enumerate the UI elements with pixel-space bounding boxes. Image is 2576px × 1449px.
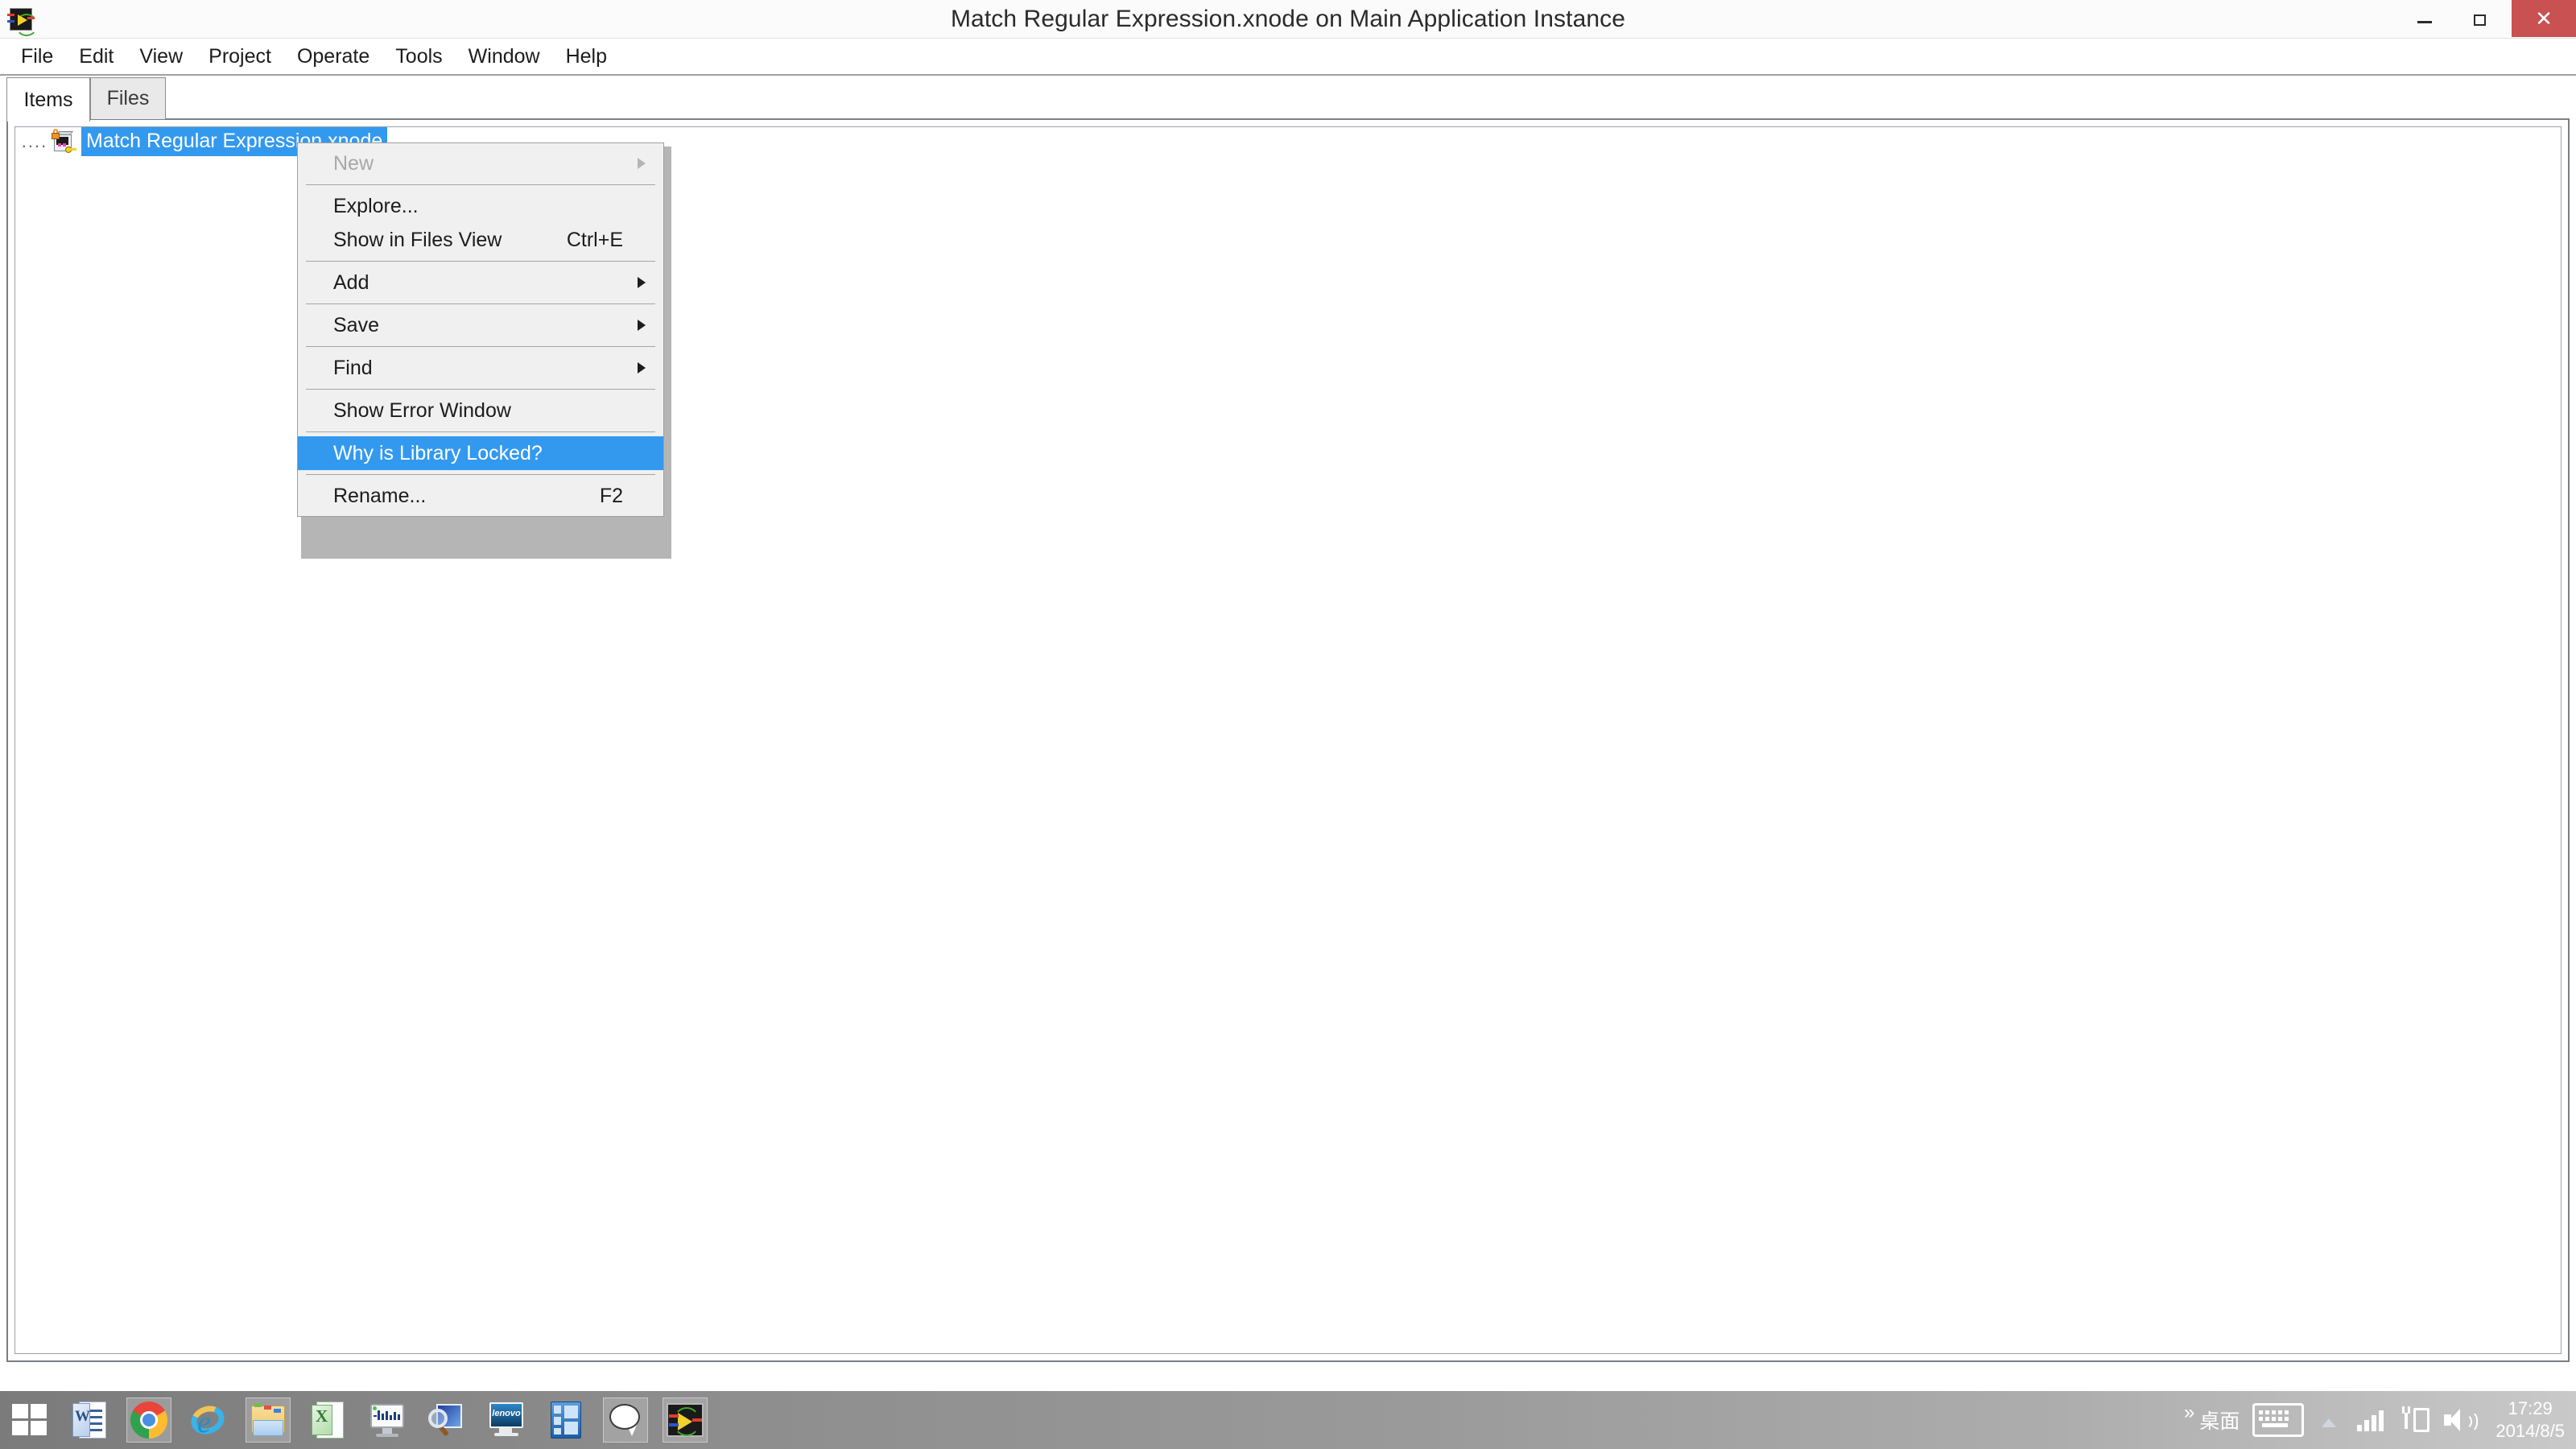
menubar-item-file[interactable]: File: [8, 42, 66, 72]
battery-charging-icon[interactable]: [2402, 1406, 2430, 1434]
context-menu-item-explore[interactable]: Explore...: [298, 189, 663, 223]
context-menu-item-label: Show Error Window: [333, 398, 511, 422]
clock-time: 17:29: [2508, 1398, 2553, 1418]
context-menu: New Explore... Show in Files View Ctrl+E…: [297, 142, 664, 517]
excel-taskbar-button[interactable]: X: [305, 1397, 350, 1443]
close-button[interactable]: ✕: [2512, 0, 2576, 37]
application-window: Match Regular Expression.xnode on Main A…: [0, 0, 2576, 1449]
menubar-item-window[interactable]: Window: [456, 42, 553, 72]
word-taskbar-button[interactable]: W: [67, 1397, 112, 1443]
menu-bar: File Edit View Project Operate Tools Win…: [0, 39, 2576, 74]
close-icon: ✕: [2535, 6, 2553, 31]
folder-icon: [250, 1402, 287, 1438]
context-menu-item-label: Find: [333, 356, 373, 379]
context-menu-separator: [306, 389, 655, 390]
lenovo-icon: lenovo: [488, 1402, 525, 1438]
chat-taskbar-button[interactable]: [603, 1397, 648, 1443]
context-menu-item-rename[interactable]: Rename... F2: [298, 479, 663, 513]
internet-explorer-icon: e: [187, 1401, 229, 1439]
context-menu-item-label: Why is Library Locked?: [333, 441, 543, 464]
context-menu-separator: [306, 431, 655, 432]
context-menu-item-shortcut: Ctrl+E: [566, 228, 623, 251]
context-menu-item-why-is-library-locked[interactable]: Why is Library Locked?: [298, 436, 663, 470]
monitor-waveform-icon: [368, 1402, 407, 1438]
context-menu-separator: [306, 474, 655, 475]
film-strip-icon: [549, 1402, 583, 1439]
context-menu-separator: [306, 346, 655, 347]
chevron-right-icon: [638, 158, 646, 169]
image-viewer-taskbar-button[interactable]: [424, 1397, 469, 1443]
clock-date: 2014/8/5: [2496, 1421, 2565, 1441]
maximize-button[interactable]: [2454, 0, 2512, 37]
keyboard-icon[interactable]: [2252, 1403, 2305, 1437]
context-menu-separator: [306, 303, 655, 304]
menubar-item-edit[interactable]: Edit: [66, 42, 126, 72]
tray-overflow-chevron[interactable]: »: [2184, 1402, 2194, 1424]
chrome-icon: [130, 1402, 167, 1439]
chevron-right-icon: [638, 362, 646, 374]
explorer-taskbar-button[interactable]: [246, 1397, 291, 1443]
magnifier-image-icon: [428, 1402, 465, 1438]
menubar-item-project[interactable]: Project: [196, 42, 284, 72]
window-controls: ✕: [2396, 0, 2576, 37]
context-menu-item-add[interactable]: Add: [298, 266, 663, 299]
menubar-item-help[interactable]: Help: [553, 42, 620, 72]
show-hidden-icons-arrow[interactable]: [2322, 1418, 2337, 1427]
signal-bars-icon[interactable]: [2357, 1409, 2386, 1431]
labview-icon: [667, 1403, 704, 1437]
ie-taskbar-button[interactable]: e: [186, 1397, 231, 1443]
context-menu-item-new[interactable]: New: [298, 147, 663, 180]
context-menu-item-label: Save: [333, 313, 379, 336]
measurement-taskbar-button[interactable]: [365, 1397, 410, 1443]
chrome-taskbar-button[interactable]: [126, 1397, 171, 1443]
windows-start-icon: [12, 1404, 47, 1436]
context-menu-item-show-in-files-view[interactable]: Show in Files View Ctrl+E: [298, 223, 663, 257]
chevron-right-icon: [638, 277, 646, 288]
labview-icon: [6, 5, 38, 36]
restore-icon: [2474, 10, 2491, 27]
menubar-item-view[interactable]: View: [126, 42, 196, 72]
start-button[interactable]: [7, 1397, 52, 1443]
system-tray: » 桌面 17:29 2014/8/5: [2184, 1391, 2576, 1449]
minimize-icon: [2417, 20, 2432, 23]
taskbar-buttons: W e X lenovo: [0, 1391, 715, 1449]
context-menu-item-label: Explore...: [333, 194, 419, 217]
context-menu-item-save[interactable]: Save: [298, 308, 663, 342]
context-menu-item-show-error-window[interactable]: Show Error Window: [298, 394, 663, 427]
title-bar: Match Regular Expression.xnode on Main A…: [0, 0, 2576, 39]
speech-bubble-icon: [608, 1402, 643, 1438]
menubar-item-tools[interactable]: Tools: [382, 42, 455, 72]
context-menu-separator: [306, 184, 655, 185]
lenovo-taskbar-button[interactable]: lenovo: [484, 1397, 529, 1443]
tray-desktop-label[interactable]: 桌面: [2199, 1406, 2240, 1435]
context-menu-item-label: New: [333, 151, 374, 175]
context-menu-item-shortcut: F2: [599, 484, 623, 507]
context-menu-item-label: Add: [333, 270, 369, 294]
taskbar: W e X lenovo » 桌面 17:29 2014/8/5: [0, 1391, 2576, 1449]
minimize-button[interactable]: [2396, 0, 2454, 37]
locked-xnode-icon: [49, 129, 76, 155]
tab-items[interactable]: Items: [6, 77, 90, 122]
tab-strip: Items Files: [0, 74, 2576, 122]
media-taskbar-button[interactable]: [543, 1397, 588, 1443]
labview-taskbar-button[interactable]: [663, 1397, 708, 1443]
menubar-item-operate[interactable]: Operate: [284, 42, 382, 72]
excel-icon: X: [312, 1402, 344, 1439]
chevron-right-icon: [638, 320, 646, 331]
context-menu-item-label: Rename...: [333, 484, 427, 507]
clock[interactable]: 17:29 2014/8/5: [2496, 1397, 2565, 1443]
word-icon: W: [72, 1402, 106, 1439]
window-title: Match Regular Expression.xnode on Main A…: [950, 6, 1626, 32]
tab-strip-divider: [0, 74, 2576, 76]
context-menu-item-find[interactable]: Find: [298, 351, 663, 385]
tab-files[interactable]: Files: [90, 77, 166, 119]
context-menu-item-label: Show in Files View: [333, 228, 502, 251]
context-menu-separator: [306, 261, 655, 262]
tree-expander-icon[interactable]: ....: [20, 131, 49, 152]
volume-icon[interactable]: [2444, 1407, 2479, 1433]
